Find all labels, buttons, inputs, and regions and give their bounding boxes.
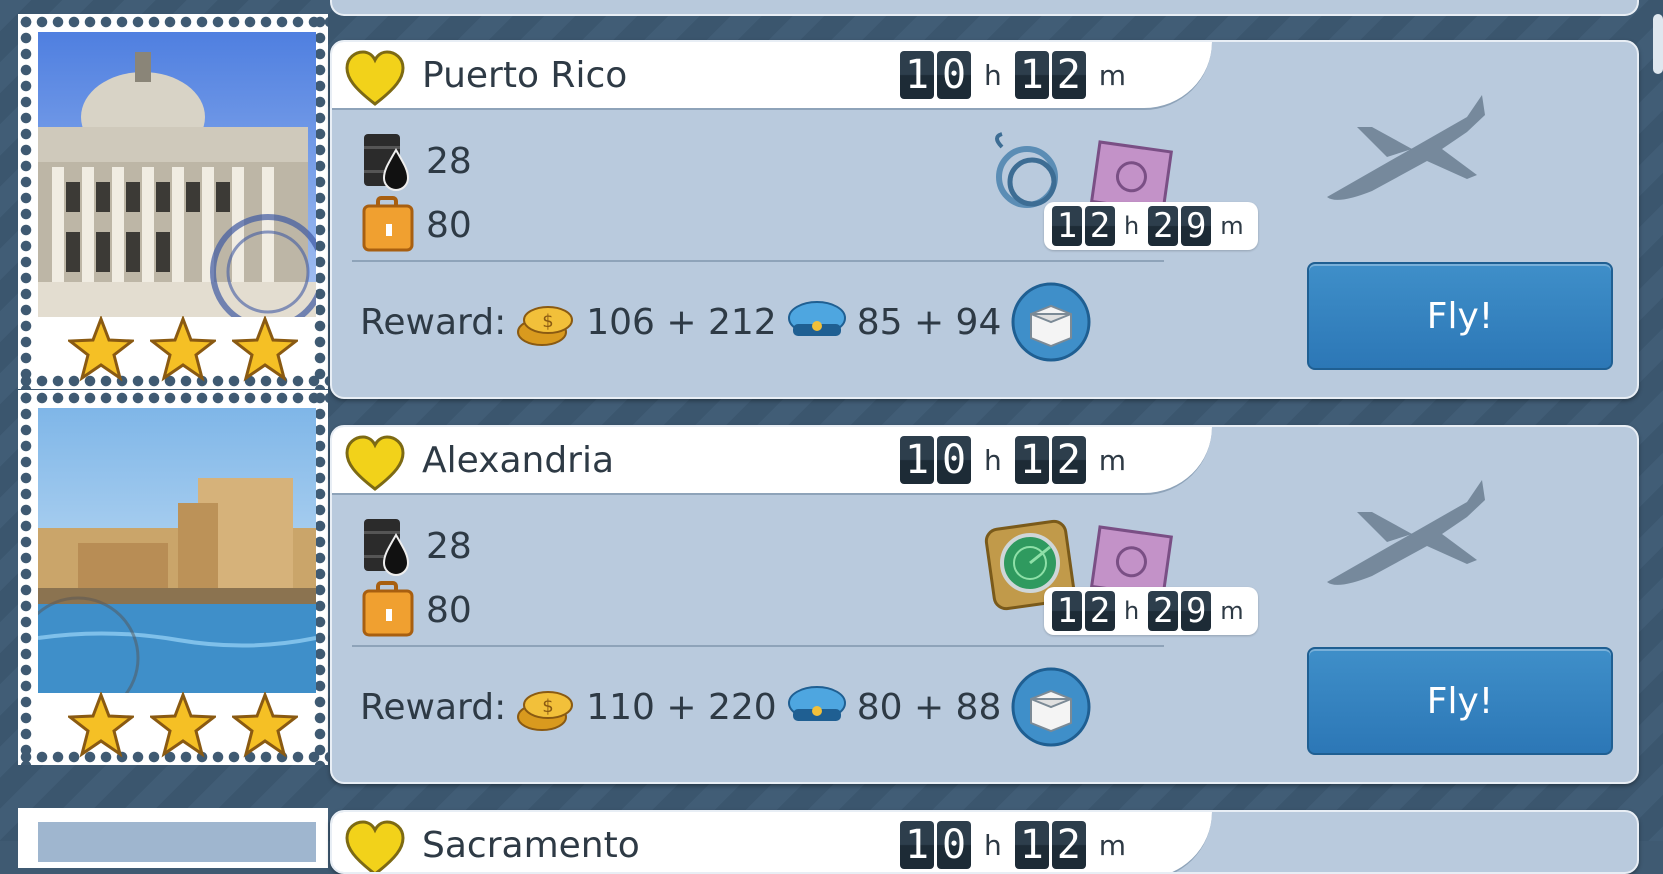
timer-digit: 0 [937,821,971,869]
scrollbar[interactable] [1653,14,1663,74]
hours-unit: h [1124,597,1140,625]
flight-card: Sacramento 1 0 h 1 2 m [330,810,1639,874]
star-icon [232,692,298,758]
svg-text:$: $ [542,696,553,717]
star-icon [68,692,134,758]
suitcase-icon [362,196,414,252]
minutes-unit: m [1220,212,1244,240]
reward-row: Reward: $ 110 + 220 80 + 88 [360,665,1093,749]
timer-digit: 1 [900,436,934,484]
pilot-cap-icon [787,686,846,721]
timer-digit: 2 [1051,821,1086,869]
airplane-icon [1327,95,1485,200]
timer-digit: 2 [1051,436,1086,484]
previous-card-bottom [330,0,1639,16]
hours-unit: h [984,58,1002,92]
hours-unit: h [984,828,1002,862]
flight-timer: 1 0 h 1 2 m [900,436,1136,484]
flight-card: Alexandria 1 0 h 1 2 m 28 80 1 2 h 2 9 m… [330,425,1639,784]
flight-timer: 1 0 h 1 2 m [900,821,1136,869]
timer-digit: 2 [1148,591,1179,631]
minutes-unit: m [1098,58,1127,92]
divider [352,645,1164,647]
cargo-timer: 1 2 h 2 9 m [1044,587,1258,635]
mystery-box-icon[interactable] [1009,280,1093,364]
timer-digit: 0 [937,51,971,99]
reward-label: Reward: [360,301,507,343]
coins-reward: 106 + 212 [586,301,777,343]
coins-icon: $ [517,306,574,346]
heart-icon[interactable] [344,820,406,874]
hose-icon [995,132,1058,208]
city-stamp [18,14,328,389]
hours-unit: h [1124,212,1140,240]
timer-digit: 2 [1148,206,1179,246]
passengers-value: 80 [426,589,472,631]
pilot-cap-icon [787,301,846,336]
city-name: Puerto Rico [422,55,628,96]
minutes-unit: m [1220,597,1244,625]
timer-digit: 1 [1014,51,1049,99]
flight-timer: 1 0 h 1 2 m [900,51,1136,99]
city-photo-sacramento [38,822,316,862]
timer-digit: 2 [1051,51,1086,99]
crew-reward: 80 + 88 [856,686,1002,728]
minutes-unit: m [1098,828,1127,862]
rating-stars [68,316,298,382]
timer-digit: 1 [1052,591,1082,631]
star-icon [150,316,216,382]
divider [352,260,1164,262]
minutes-unit: m [1098,443,1127,477]
fuel-barrel-icon [364,519,410,576]
coins-reward: 110 + 220 [586,686,777,728]
passenger-capacity: 80 [360,194,472,256]
star-icon [68,316,134,382]
city-name: Sacramento [422,825,640,866]
timer-digit: 1 [1014,821,1049,869]
star-icon [150,692,216,758]
city-photo-puerto-rico [38,32,316,317]
city-name: Alexandria [422,440,615,481]
timer-digit: 1 [900,51,934,99]
fuel-value: 28 [426,140,472,182]
star-icon [232,316,298,382]
city-photo-alexandria [38,408,316,693]
coins-icon: $ [517,691,574,731]
reward-label: Reward: [360,686,507,728]
city-stamp [18,808,328,868]
timer-digit: 2 [1085,591,1115,631]
city-stamp [18,390,328,765]
suitcase-icon [362,581,414,637]
fuel-requirement: 28 [360,130,472,192]
fuel-barrel-icon [364,134,410,191]
reward-row: Reward: $ 106 + 212 85 + 94 [360,280,1093,364]
card-header: Puerto Rico 1 0 h 1 2 m [332,42,1212,110]
mystery-box-icon[interactable] [1009,665,1093,749]
card-header: Alexandria 1 0 h 1 2 m [332,427,1212,495]
fuel-value: 28 [426,525,472,567]
fly-button[interactable]: Fly! [1307,262,1613,370]
rating-stars [68,692,298,758]
heart-icon[interactable] [344,435,406,493]
timer-digit: 1 [1014,436,1049,484]
timer-digit: 1 [1052,206,1082,246]
crew-reward: 85 + 94 [856,301,1002,343]
passenger-capacity: 80 [360,579,472,641]
airplane-icon [1327,480,1485,585]
fly-button[interactable]: Fly! [1307,647,1613,755]
svg-text:$: $ [542,311,553,332]
hours-unit: h [984,443,1002,477]
timer-digit: 9 [1181,591,1212,631]
passengers-value: 80 [426,204,472,246]
heart-icon[interactable] [344,50,406,108]
timer-digit: 0 [937,436,971,484]
fuel-requirement: 28 [360,515,472,577]
cargo-timer: 1 2 h 2 9 m [1044,202,1258,250]
timer-digit: 9 [1181,206,1212,246]
card-header: Sacramento 1 0 h 1 2 m [332,812,1212,874]
flight-card: Puerto Rico 1 0 h 1 2 m 28 80 1 2 h 2 9 … [330,40,1639,399]
timer-digit: 1 [900,821,934,869]
timer-digit: 2 [1085,206,1115,246]
